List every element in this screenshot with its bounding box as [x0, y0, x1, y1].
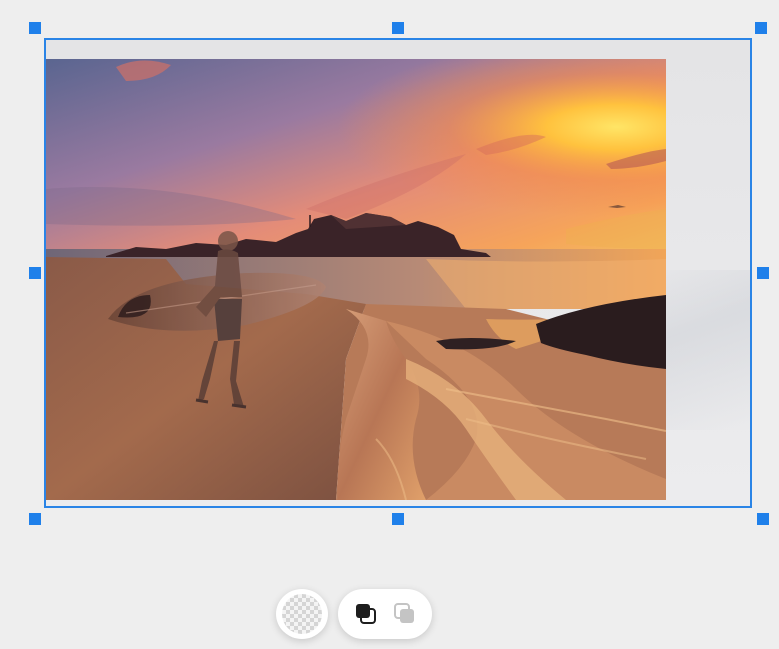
bring-forward-icon [355, 604, 376, 624]
editor-canvas[interactable] [0, 0, 779, 649]
resize-handle-top-left[interactable] [29, 22, 41, 34]
resize-handle-middle-right[interactable] [757, 267, 769, 279]
sunset-beach-photo[interactable] [46, 59, 666, 500]
transparency-button[interactable] [276, 589, 328, 639]
resize-handle-middle-left[interactable] [29, 267, 41, 279]
bring-forward-button[interactable] [350, 598, 382, 630]
resize-handle-bottom-left[interactable] [29, 513, 41, 525]
send-backward-icon [393, 603, 414, 623]
resize-handle-bottom-right[interactable] [757, 513, 769, 525]
layer-order-toolbar [338, 589, 432, 639]
resize-handle-top-center[interactable] [392, 22, 404, 34]
resize-handle-bottom-center[interactable] [392, 513, 404, 525]
resize-handle-top-right[interactable] [755, 22, 767, 34]
checkerboard-icon [282, 594, 322, 634]
send-backward-button[interactable] [389, 598, 421, 630]
